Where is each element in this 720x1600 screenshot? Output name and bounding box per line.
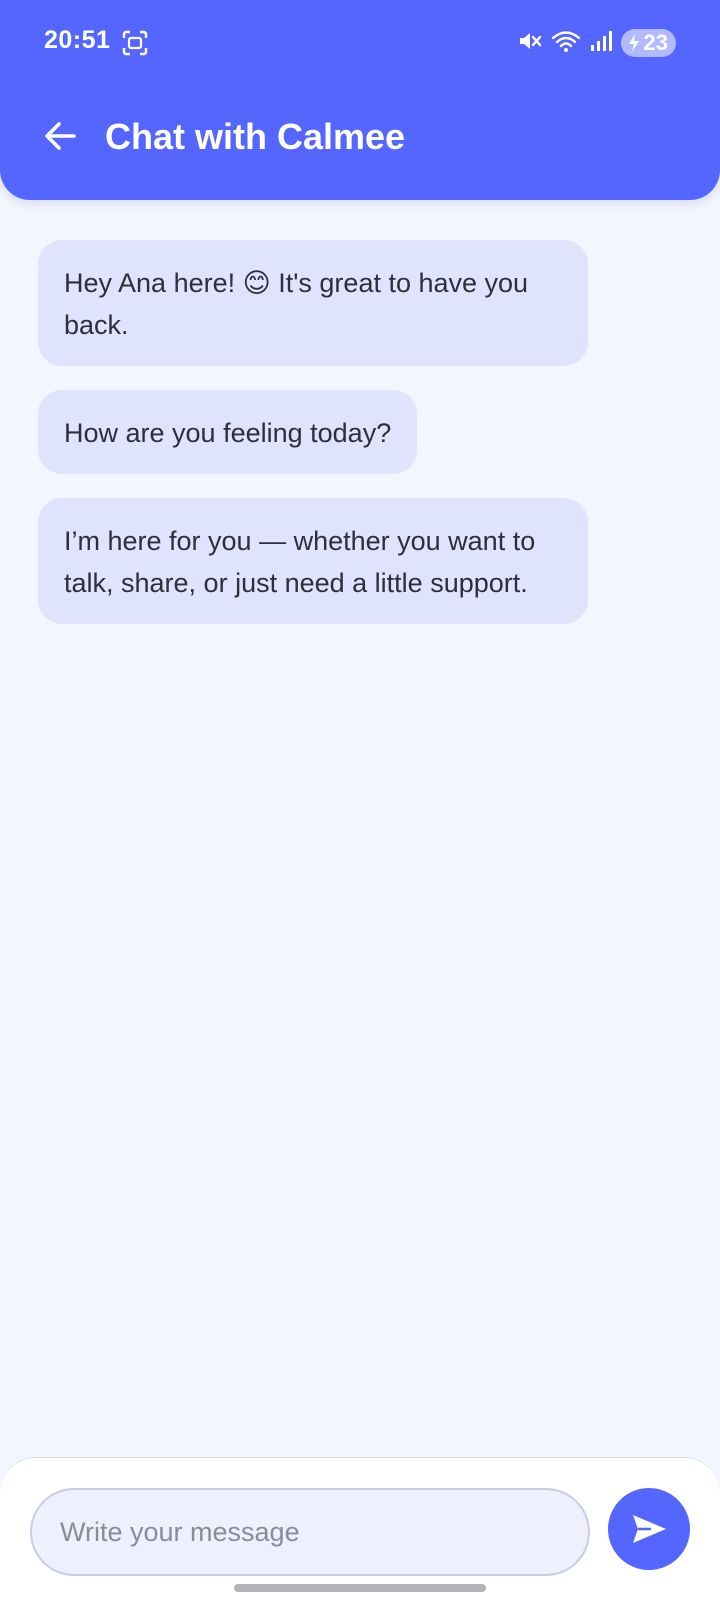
send-icon bbox=[633, 1515, 666, 1543]
back-button[interactable] bbox=[36, 112, 84, 160]
toolbar: Chat with Calmee bbox=[0, 100, 720, 180]
battery-level: 23 bbox=[643, 30, 668, 55]
send-button[interactable] bbox=[608, 1488, 690, 1570]
wifi-icon bbox=[551, 29, 581, 58]
message-composer bbox=[0, 1457, 720, 1600]
message-bubble: I’m here for you — whether you want to t… bbox=[38, 498, 588, 624]
message-row: I’m here for you — whether you want to t… bbox=[38, 498, 678, 648]
home-indicator[interactable] bbox=[234, 1584, 486, 1592]
status-time: 20:51 bbox=[44, 26, 111, 54]
mute-icon bbox=[517, 29, 543, 58]
message-row: Hey Ana here! 😊 It's great to have you b… bbox=[38, 240, 678, 390]
arrow-left-icon bbox=[45, 122, 76, 150]
battery-charging-icon bbox=[628, 34, 639, 52]
message-bubble: How are you feeling today? bbox=[38, 390, 418, 474]
chat-screen: 20:51 23 Chat with Calmee Hey Ana here! … bbox=[0, 0, 720, 1600]
app-header: 20:51 23 Chat with Calmee bbox=[0, 0, 720, 200]
message-bubble: Hey Ana here! 😊 It's great to have you b… bbox=[38, 240, 588, 366]
signal-icon bbox=[589, 29, 613, 58]
page-title: Chat with Calmee bbox=[105, 116, 406, 157]
status-icons: 23 bbox=[517, 28, 676, 58]
screenshot-icon bbox=[122, 30, 148, 56]
message-row: How are you feeling today? bbox=[38, 390, 678, 498]
message-input[interactable] bbox=[30, 1488, 590, 1576]
message-list: Hey Ana here! 😊 It's great to have you b… bbox=[38, 240, 678, 648]
battery-indicator: 23 bbox=[620, 29, 676, 57]
status-bar: 20:51 23 bbox=[0, 0, 720, 80]
